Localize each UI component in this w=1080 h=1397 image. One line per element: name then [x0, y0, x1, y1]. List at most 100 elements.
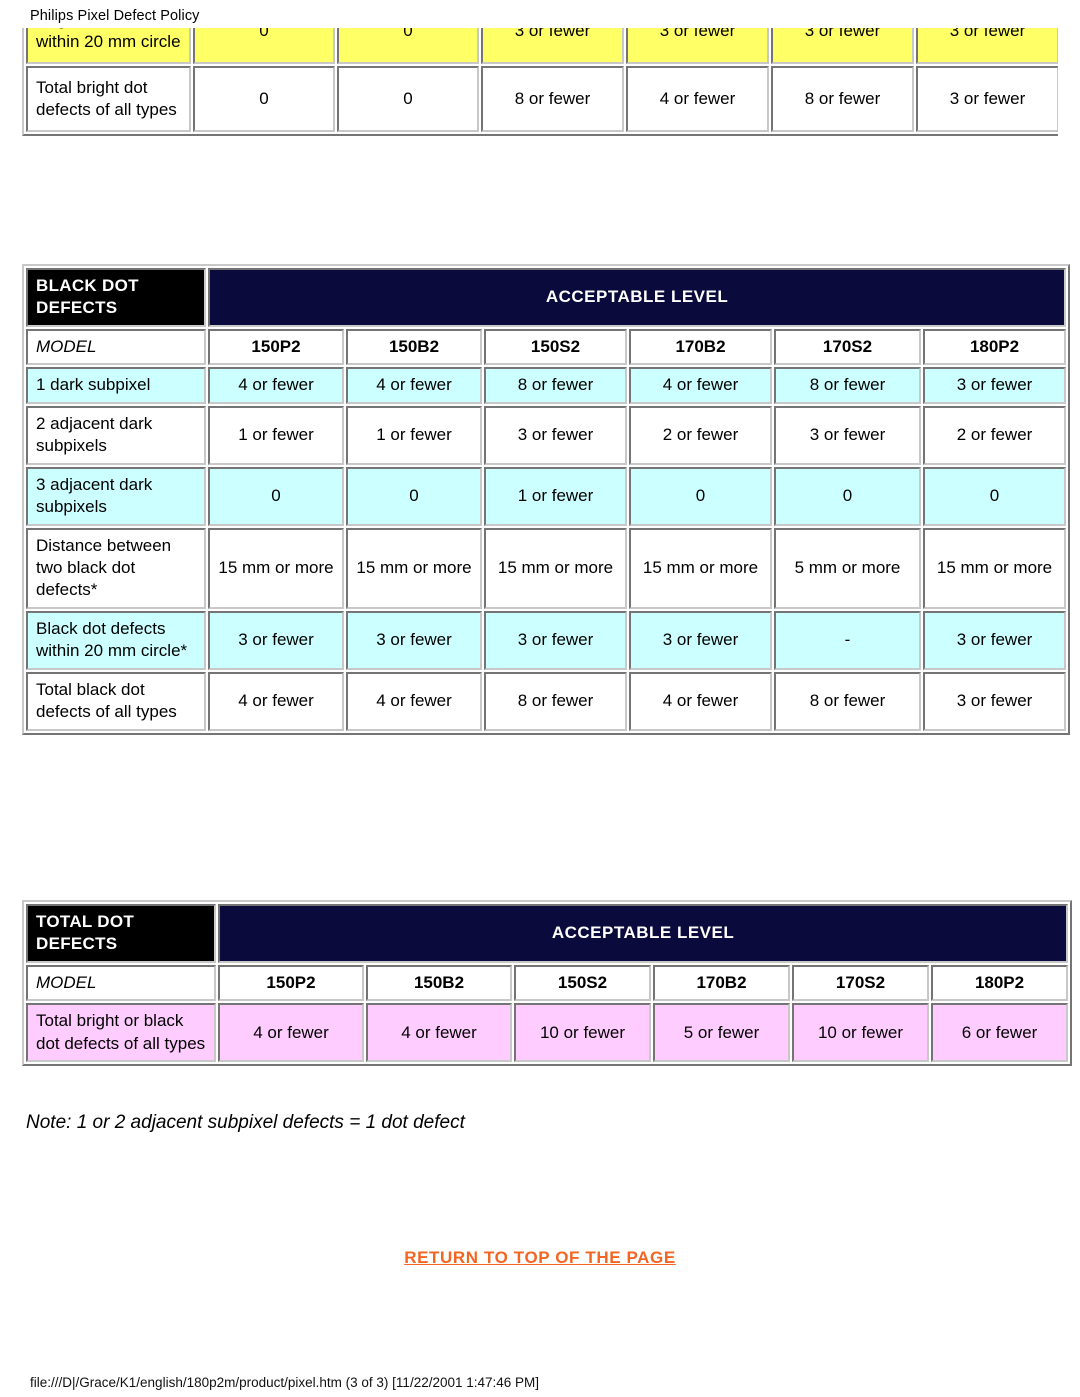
cell-150S2: 10 or fewer	[514, 1003, 651, 1063]
table-row: Bright dot defects within 20 mm circle00…	[26, 28, 1058, 64]
cell-150S2: 8 or fewer	[484, 671, 627, 731]
model-column-150P2: 150P2	[208, 328, 344, 366]
row-label: 3 adjacent dark subpixels	[26, 466, 206, 526]
model-header-row: MODEL 150P2 150B2 150S2 170B2 170S2 180P…	[26, 964, 1069, 1002]
row-label: Black dot defects within 20 mm circle*	[26, 610, 206, 670]
row-label: Total black dot defects of all types	[26, 671, 206, 731]
model-header-row: MODEL 150P2 150B2 150S2 170B2 170S2 180P…	[26, 328, 1067, 366]
cell-150P2: 0	[208, 466, 344, 526]
model-label: MODEL	[26, 328, 206, 366]
row-label: Distance between two black dot defects*	[26, 527, 206, 609]
cell-150S2: 1 or fewer	[484, 466, 627, 526]
browser-footer-path: file:///D|/Grace/K1/english/180p2m/produ…	[30, 1375, 540, 1390]
table-header-row: TOTAL DOT DEFECTS ACCEPTABLE LEVEL	[26, 904, 1069, 963]
cell-170S2: 8 or fewer	[774, 367, 921, 404]
document-page: Philips Pixel Defect Policy Bright dot d…	[0, 0, 1080, 1397]
model-column-150B2: 150B2	[346, 328, 482, 366]
cell-170B2: 5 or fewer	[653, 1003, 790, 1063]
cell-180P2: 2 or fewer	[923, 405, 1067, 465]
cell-170B2: 3 or fewer	[626, 28, 769, 64]
row-label: Total bright dot defects of all types	[26, 66, 191, 132]
row-label: Bright dot defects within 20 mm circle	[26, 28, 191, 64]
cell-150S2: 8 or fewer	[481, 66, 624, 132]
cell-150P2: 4 or fewer	[208, 671, 344, 731]
acceptable-level-header: ACCEPTABLE LEVEL	[218, 904, 1069, 963]
acceptable-level-header: ACCEPTABLE LEVEL	[208, 268, 1067, 327]
cell-180P2: 0	[923, 466, 1067, 526]
cell-180P2: 3 or fewer	[916, 66, 1058, 132]
black-dot-defects-title: BLACK DOT DEFECTS	[26, 268, 206, 327]
cell-150P2: 1 or fewer	[208, 405, 344, 465]
cell-150P2: 3 or fewer	[208, 610, 344, 670]
cell-170B2: 4 or fewer	[629, 671, 772, 731]
total-dot-defects-body: Total bright or black dot defects of all…	[26, 1003, 1069, 1063]
cell-170B2: 15 mm or more	[629, 527, 772, 609]
cell-150P2: 4 or fewer	[208, 367, 344, 404]
model-column-180P2: 180P2	[923, 328, 1067, 366]
table-row: Total bright or black dot defects of all…	[26, 1003, 1069, 1063]
cell-150P2: 0	[193, 66, 335, 132]
bright-dot-defects-body: Bright dot defects within 20 mm circle00…	[26, 28, 1058, 132]
black-dot-defects-table-wrapper: BLACK DOT DEFECTS ACCEPTABLE LEVEL MODEL…	[22, 264, 1071, 735]
row-label: 2 adjacent dark subpixels	[26, 405, 206, 465]
cell-150S2: 8 or fewer	[484, 367, 627, 404]
cell-150B2: 4 or fewer	[346, 367, 482, 404]
total-dot-defects-table: TOTAL DOT DEFECTS ACCEPTABLE LEVEL MODEL…	[22, 900, 1073, 1067]
model-column-170B2: 170B2	[653, 964, 790, 1002]
model-column-170S2: 170S2	[792, 964, 929, 1002]
return-to-top-link[interactable]: RETURN TO TOP OF THE PAGE	[404, 1248, 676, 1267]
cell-170S2: 5 mm or more	[774, 527, 921, 609]
cell-180P2: 15 mm or more	[923, 527, 1067, 609]
model-column-150P2: 150P2	[218, 964, 364, 1002]
cell-170S2: 8 or fewer	[771, 66, 914, 132]
black-dot-defects-table: BLACK DOT DEFECTS ACCEPTABLE LEVEL MODEL…	[22, 264, 1071, 735]
model-column-170S2: 170S2	[774, 328, 921, 366]
table-row: 2 adjacent dark subpixels 1 or fewer 1 or …	[26, 405, 1067, 465]
table-row: Black dot defects within 20 mm circle* 3 …	[26, 610, 1067, 670]
cell-150S2: 3 or fewer	[481, 28, 624, 64]
cell-150S2: 3 or fewer	[484, 405, 627, 465]
cell-170S2: 3 or fewer	[771, 28, 914, 64]
cell-170B2: 4 or fewer	[629, 367, 772, 404]
model-column-150S2: 150S2	[514, 964, 651, 1002]
table-row: 1 dark subpixel 4 or fewer 4 or fewer 8 or …	[26, 367, 1067, 404]
cell-170B2: 3 or fewer	[629, 610, 772, 670]
cell-170B2: 0	[629, 466, 772, 526]
table-row: Distance between two black dot defects* 1…	[26, 527, 1067, 609]
cell-170S2: 3 or fewer	[774, 405, 921, 465]
cell-150B2: 0	[337, 66, 479, 132]
cell-150S2: 3 or fewer	[484, 610, 627, 670]
table-row: 3 adjacent dark subpixels 0 0 1 or fewer 0 0 0	[26, 466, 1067, 526]
cell-170S2: 10 or fewer	[792, 1003, 929, 1063]
table-row: Total black dot defects of all types 4 or…	[26, 671, 1067, 731]
cell-150P2: 0	[193, 28, 335, 64]
cell-150B2: 0	[337, 28, 479, 64]
row-label: Total bright or black dot defects of all…	[26, 1003, 216, 1063]
page-title: Philips Pixel Defect Policy	[30, 8, 200, 24]
model-column-180P2: 180P2	[931, 964, 1069, 1002]
cell-150B2: 0	[346, 466, 482, 526]
cell-170S2: -	[774, 610, 921, 670]
cell-150B2: 1 or fewer	[346, 405, 482, 465]
model-column-150S2: 150S2	[484, 328, 627, 366]
cell-150P2: 15 mm or more	[208, 527, 344, 609]
cell-170S2: 0	[774, 466, 921, 526]
bright-dot-defects-table: Bright dot defects within 20 mm circle00…	[22, 28, 1058, 136]
cell-170B2: 2 or fewer	[629, 405, 772, 465]
cell-150B2: 3 or fewer	[346, 610, 482, 670]
return-link-container: RETURN TO TOP OF THE PAGE	[0, 1248, 1080, 1268]
black-dot-defects-body: 1 dark subpixel 4 or fewer 4 or fewer 8 or …	[26, 367, 1067, 731]
cell-150B2: 15 mm or more	[346, 527, 482, 609]
cell-150B2: 4 or fewer	[366, 1003, 512, 1063]
total-dot-defects-table-wrapper: TOTAL DOT DEFECTS ACCEPTABLE LEVEL MODEL…	[22, 900, 1073, 1067]
bright-dot-defects-table-wrapper: Bright dot defects within 20 mm circle00…	[22, 28, 1058, 216]
model-column-170B2: 170B2	[629, 328, 772, 366]
cell-180P2: 3 or fewer	[923, 671, 1067, 731]
cell-170S2: 8 or fewer	[774, 671, 921, 731]
cell-180P2: 3 or fewer	[923, 610, 1067, 670]
cell-150B2: 4 or fewer	[346, 671, 482, 731]
cell-180P2: 3 or fewer	[916, 28, 1058, 64]
cell-180P2: 6 or fewer	[931, 1003, 1069, 1063]
total-dot-defects-title: TOTAL DOT DEFECTS	[26, 904, 216, 963]
row-label: 1 dark subpixel	[26, 367, 206, 404]
